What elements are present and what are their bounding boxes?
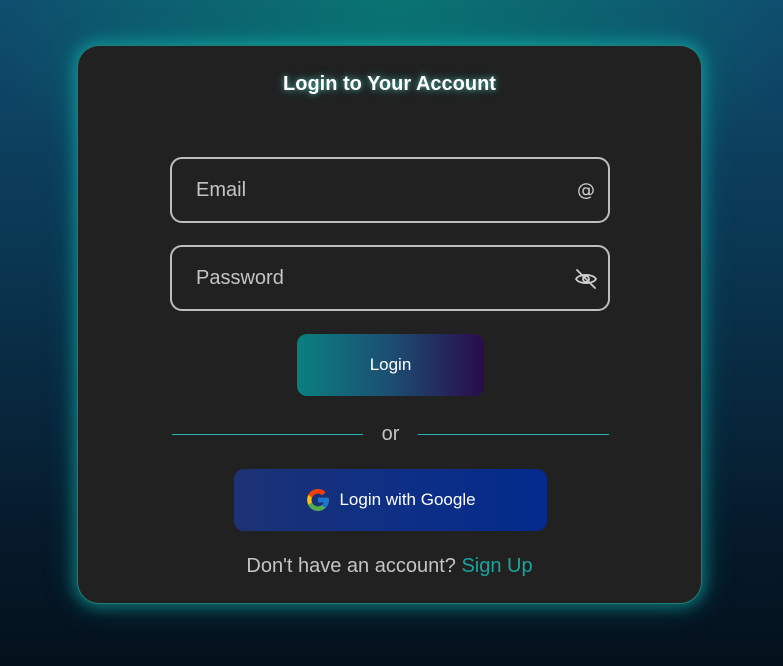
or-divider: or	[172, 423, 609, 445]
login-button[interactable]: Login	[297, 334, 484, 396]
password-field-container[interactable]	[170, 245, 610, 311]
at-sign-icon: @	[577, 180, 595, 201]
login-card: Login to Your Account @ Login or	[77, 45, 702, 604]
email-field-container[interactable]: @	[170, 157, 610, 223]
google-logo-icon	[305, 487, 331, 513]
google-login-label: Login with Google	[339, 490, 476, 509]
google-login-button[interactable]: Login with Google	[234, 469, 547, 531]
signup-row: Don't have an account? Sign Up	[78, 555, 701, 578]
signup-prompt: Don't have an account?	[246, 555, 456, 577]
eye-off-icon[interactable]	[574, 267, 598, 291]
signup-link[interactable]: Sign Up	[461, 555, 532, 577]
password-field[interactable]	[196, 247, 566, 309]
divider-line-right	[418, 434, 609, 435]
email-field[interactable]	[196, 159, 566, 221]
page-title: Login to Your Account	[283, 73, 496, 95]
